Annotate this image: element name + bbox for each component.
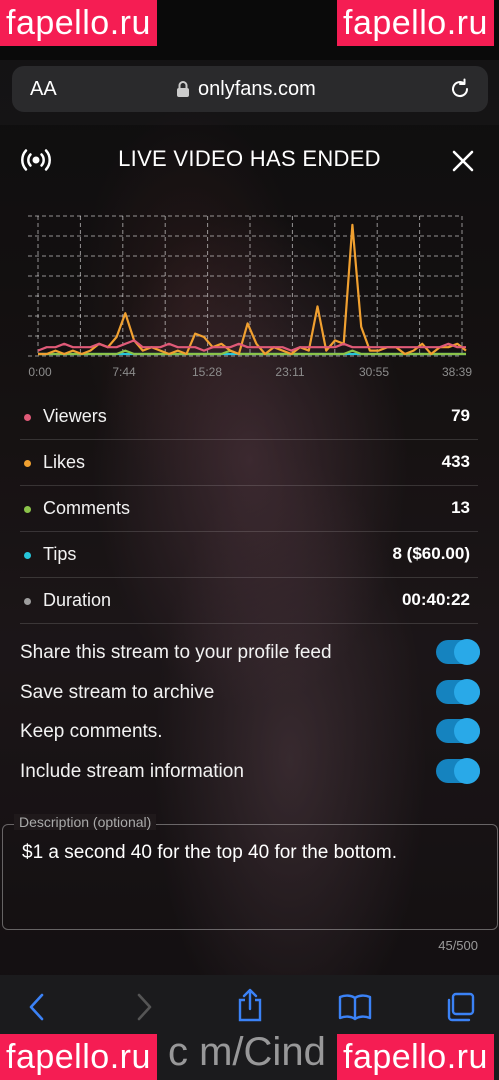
modal-title: LIVE VIDEO HAS ENDED <box>118 146 381 171</box>
forward-icon[interactable] <box>133 991 155 1028</box>
description-field[interactable] <box>2 824 498 930</box>
url-text[interactable]: onlyfans.com <box>198 78 316 101</box>
stat-value: 00:40:22 <box>401 590 470 609</box>
x-tick-label: 23:11 <box>275 365 304 379</box>
back-icon[interactable] <box>26 991 48 1028</box>
stat-label: Comments <box>43 498 131 518</box>
stat-row-comments: Comments 13 <box>20 486 478 532</box>
reload-icon[interactable] <box>448 77 472 106</box>
series-line-viewers <box>37 339 466 352</box>
stat-row-duration: Duration 00:40:22 <box>20 578 478 624</box>
character-counter: 45/500 <box>438 938 478 953</box>
bookmarks-icon[interactable] <box>338 993 372 1026</box>
option-row: Include stream information <box>20 755 480 789</box>
toggle-knob <box>454 758 480 784</box>
option-toggle[interactable] <box>436 758 480 784</box>
stat-dot <box>24 552 31 559</box>
toggle-knob <box>454 679 480 705</box>
option-row: Share this stream to your profile feed <box>20 636 480 670</box>
stat-label: Viewers <box>43 406 107 426</box>
x-tick-label: 38:39 <box>442 365 472 379</box>
watermark-top-left: fapello.ru <box>0 0 157 46</box>
x-tick-label: 15:28 <box>192 365 222 379</box>
lock-icon <box>176 80 190 103</box>
description-text[interactable]: $1 a second 40 for the top 40 for the bo… <box>22 842 397 864</box>
reader-mode-button[interactable]: AA <box>30 78 57 101</box>
toggle-knob <box>454 718 480 744</box>
stat-label: Tips <box>43 544 77 564</box>
option-toggle[interactable] <box>436 718 480 744</box>
stat-row-likes: Likes 433 <box>20 440 478 486</box>
close-icon <box>452 150 474 172</box>
stat-row-viewers: Viewers 79 <box>20 394 478 440</box>
description-label: Description (optional) <box>14 814 157 830</box>
stat-label: Likes <box>43 452 86 472</box>
stat-dot <box>24 414 31 421</box>
bottom-watermark-url: c m/Cind <box>168 1030 326 1074</box>
stat-value: 8 ($60.00) <box>392 544 471 563</box>
stat-value: 79 <box>451 406 470 425</box>
x-tick-label: 30:55 <box>359 365 389 379</box>
x-tick-label: 7:44 <box>112 365 136 379</box>
watermark-top-right: fapello.ru <box>337 0 494 46</box>
stat-dot <box>24 598 31 605</box>
option-label: Save stream to archive <box>20 682 215 703</box>
stat-label: Duration <box>43 590 112 610</box>
stat-value: 433 <box>441 452 470 471</box>
option-toggle[interactable] <box>436 639 480 665</box>
stat-value: 13 <box>451 498 470 517</box>
stat-dot <box>24 506 31 513</box>
option-label: Keep comments. <box>20 721 163 742</box>
share-icon[interactable] <box>235 987 265 1028</box>
option-label: Share this stream to your profile feed <box>20 642 332 663</box>
address-bar[interactable]: AA onlyfans.com <box>12 66 488 112</box>
watermark-bottom-left: fapello.ru <box>0 1034 157 1080</box>
toggle-knob <box>454 639 480 665</box>
stat-dot <box>24 460 31 467</box>
option-toggle[interactable] <box>436 679 480 705</box>
stream-stats-chart: 0:00 7:44 15:28 23:11 30:55 38:39 <box>28 215 472 379</box>
stat-row-tips: Tips 8 ($60.00) <box>20 532 478 578</box>
option-row: Keep comments. <box>20 715 480 749</box>
tabs-icon[interactable] <box>444 991 476 1028</box>
close-button[interactable] <box>450 148 476 174</box>
watermark-bottom-right: fapello.ru <box>337 1034 494 1080</box>
series-line-likes <box>38 223 467 356</box>
option-label: Include stream information <box>20 761 244 782</box>
option-row: Save stream to archive <box>20 676 480 710</box>
x-tick-label: 0:00 <box>28 365 52 379</box>
